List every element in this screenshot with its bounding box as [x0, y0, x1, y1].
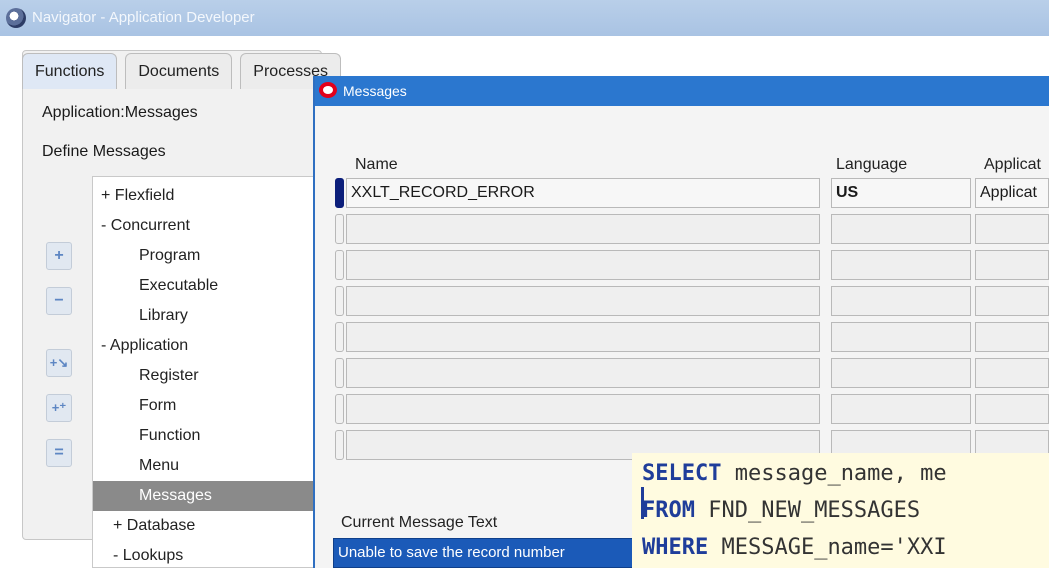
- current-message-label: Current Message Text: [341, 514, 498, 531]
- row-indicator[interactable]: [335, 286, 344, 316]
- navigator-title: Navigator - Application Developer: [32, 9, 255, 26]
- tree-item-messages[interactable]: Messages: [93, 481, 323, 511]
- message-name-cell[interactable]: [346, 358, 820, 388]
- column-header-application: Applicat: [984, 156, 1041, 173]
- expand-all-icon[interactable]: +⁺: [46, 394, 72, 422]
- section-label: Define Messages: [42, 143, 166, 160]
- oracle-apps-icon: [6, 8, 26, 28]
- sql-keyword: FROM: [642, 498, 695, 523]
- language-cell[interactable]: [831, 322, 971, 352]
- tree-item-function[interactable]: Function: [93, 421, 323, 451]
- row-indicator[interactable]: [335, 214, 344, 244]
- tree-item-flexfield[interactable]: + Flexfield: [93, 181, 323, 211]
- tree-item-executable[interactable]: Executable: [93, 271, 323, 301]
- sql-query-overlay: SELECT message_name, me FROM FND_NEW_MES…: [632, 453, 1049, 568]
- message-name-cell[interactable]: [346, 250, 820, 280]
- tree-item-program[interactable]: Program: [93, 241, 323, 271]
- application-cell[interactable]: [975, 358, 1049, 388]
- tree-item-lookups[interactable]: - Lookups: [93, 541, 323, 568]
- language-cell[interactable]: [831, 286, 971, 316]
- application-cell[interactable]: [975, 250, 1049, 280]
- tree-item-register[interactable]: Register: [93, 361, 323, 391]
- message-name-cell[interactable]: [346, 394, 820, 424]
- message-name-cell[interactable]: [346, 214, 820, 244]
- row-indicator[interactable]: [335, 250, 344, 280]
- row-indicator[interactable]: [335, 430, 344, 460]
- current-message-field[interactable]: Unable to save the record number: [333, 538, 633, 568]
- sql-text: message_name, me: [721, 461, 947, 486]
- sql-keyword: SELECT: [642, 461, 722, 486]
- row-indicator[interactable]: [335, 322, 344, 352]
- collapse-icon[interactable]: −: [46, 287, 72, 315]
- column-header-name: Name: [355, 156, 398, 173]
- navigator-tabs: Functions Documents Processes: [22, 53, 349, 91]
- tab-functions[interactable]: Functions: [22, 53, 118, 89]
- messages-title: Messages: [343, 83, 407, 99]
- messages-titlebar[interactable]: Messages: [315, 76, 1049, 106]
- tree-item-database[interactable]: + Database: [93, 511, 323, 541]
- message-name-cell[interactable]: [346, 286, 820, 316]
- application-cell[interactable]: [975, 286, 1049, 316]
- sql-line-from: FROM FND_NEW_MESSAGES: [642, 492, 920, 530]
- row-indicator-current[interactable]: [335, 178, 344, 208]
- collapse-all-icon[interactable]: =: [46, 439, 72, 467]
- function-tree: + Flexfield - Concurrent Program Executa…: [92, 176, 323, 568]
- row-indicator[interactable]: [335, 394, 344, 424]
- navigator-titlebar[interactable]: Navigator - Application Developer: [0, 0, 1049, 36]
- oracle-logo-icon: [319, 82, 337, 98]
- application-cell[interactable]: [975, 322, 1049, 352]
- sql-line-where: WHERE MESSAGE_name='XXI: [642, 529, 947, 567]
- message-name-cell[interactable]: XXLT_RECORD_ERROR: [346, 178, 820, 208]
- tree-item-form[interactable]: Form: [93, 391, 323, 421]
- application-cell[interactable]: Applicat: [975, 178, 1049, 208]
- tree-item-application[interactable]: - Application: [93, 331, 323, 361]
- language-cell[interactable]: [831, 394, 971, 424]
- row-indicator[interactable]: [335, 358, 344, 388]
- message-name-cell[interactable]: [346, 322, 820, 352]
- tree-item-library[interactable]: Library: [93, 301, 323, 331]
- sql-line-select: SELECT message_name, me: [642, 455, 947, 493]
- sql-keyword: WHERE: [642, 535, 709, 560]
- application-label: Application:Messages: [42, 104, 198, 121]
- application-cell[interactable]: [975, 394, 1049, 424]
- expand-branch-icon[interactable]: +↘: [46, 349, 72, 377]
- language-cell[interactable]: [831, 214, 971, 244]
- expand-icon[interactable]: +: [46, 242, 72, 270]
- tree-item-concurrent[interactable]: - Concurrent: [93, 211, 323, 241]
- language-cell[interactable]: [831, 250, 971, 280]
- language-cell[interactable]: US: [831, 178, 971, 208]
- language-cell[interactable]: [831, 358, 971, 388]
- column-header-language: Language: [836, 156, 908, 173]
- application-cell[interactable]: [975, 214, 1049, 244]
- sql-text: MESSAGE_name='XXI: [708, 535, 947, 560]
- tree-item-menu[interactable]: Menu: [93, 451, 323, 481]
- tab-documents[interactable]: Documents: [125, 53, 233, 89]
- sql-text: FND_NEW_MESSAGES: [694, 498, 921, 523]
